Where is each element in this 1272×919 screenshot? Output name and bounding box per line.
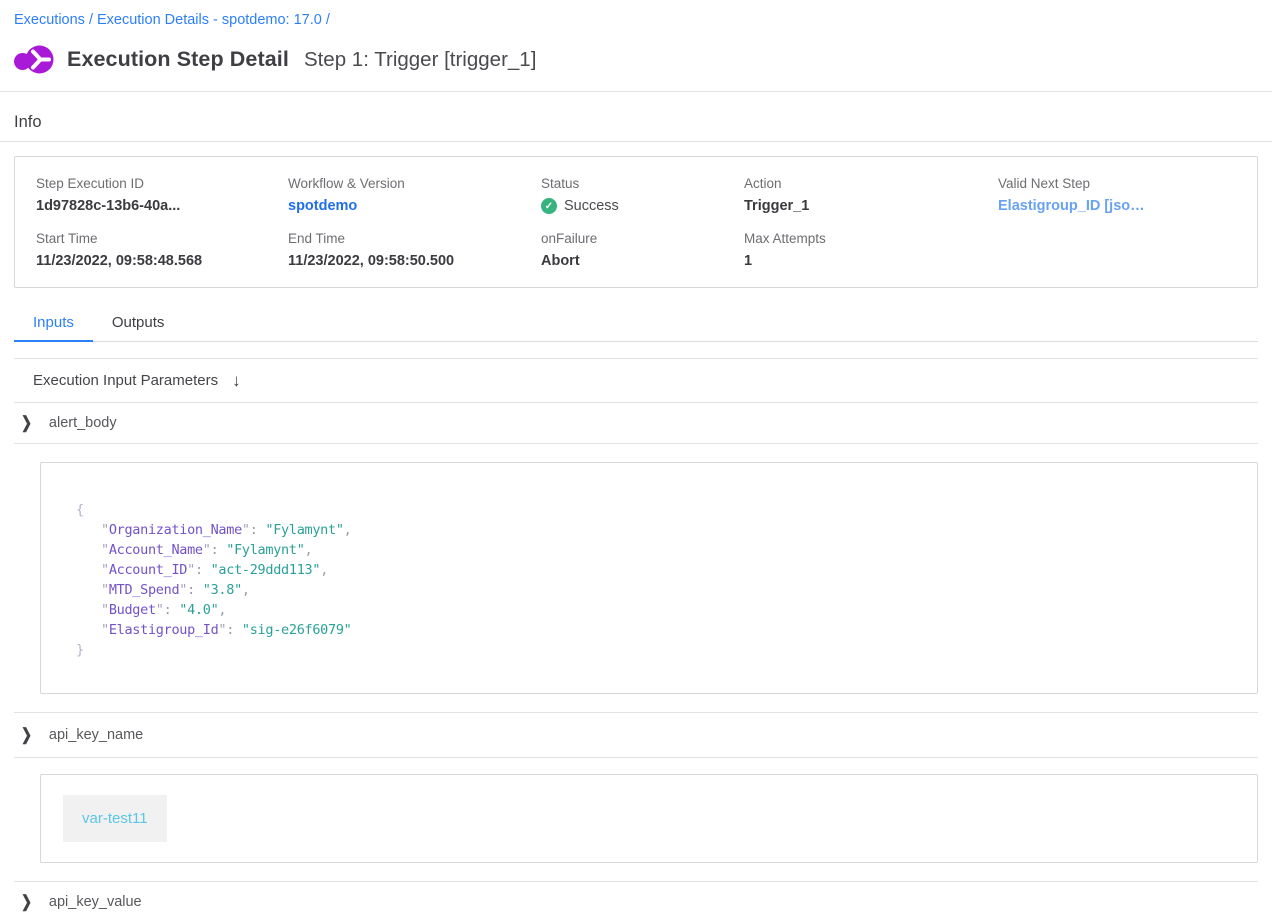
json-line: "Elastigroup_Id": "sig-e26f6079" [76,620,1237,640]
field-value: Trigger_1 [744,198,998,214]
chevron-right-icon[interactable]: ❯ [21,725,32,745]
json-line: "Organization_Name": "Fylamynt", [76,520,1237,540]
field-label: Step Execution ID [36,176,288,191]
breadcrumb-link-executions[interactable]: Executions [14,12,85,28]
field-label: Action [744,176,998,191]
workflow-link[interactable]: spotdemo [288,198,541,214]
tab-inputs[interactable]: Inputs [14,308,93,342]
field-value: 11/23/2022, 09:58:50.500 [288,253,541,269]
field-value: Abort [541,253,744,269]
field-label: Status [541,176,744,191]
next-step-link[interactable]: Elastigroup_ID [jso… [998,198,1236,214]
field-value: 11/23/2022, 09:58:48.568 [36,253,288,269]
status-text: Success [564,198,619,214]
field-label: Valid Next Step [998,176,1236,191]
breadcrumb-separator: / [322,12,334,28]
json-line: { [76,500,1237,520]
execution-step-detail-page: Executions/Execution Details - spotdemo:… [0,0,1272,919]
chevron-right-icon[interactable]: ❯ [21,892,32,912]
divider [0,141,1272,142]
field-end-time: End Time 11/23/2022, 09:58:50.500 [288,231,541,269]
json-line: "Budget": "4.0", [76,600,1237,620]
breadcrumb-separator: / [85,12,97,28]
breadcrumb-link-execution-details[interactable]: Execution Details - spotdemo: 17.0 [97,12,322,28]
section-row-alert-body[interactable]: ❯ alert_body [14,403,1258,444]
field-label: onFailure [541,231,744,246]
field-label: Max Attempts [744,231,998,246]
execution-input-parameters-bar: Execution Input Parameters ↓ [14,358,1258,403]
field-value: 1 [744,253,998,269]
field-start-time: Start Time 11/23/2022, 09:58:48.568 [36,231,288,269]
field-status: Status ✓ Success [541,176,744,214]
json-line: "MTD_Spend": "3.8", [76,580,1237,600]
page-title: Execution Step Detail [67,47,289,72]
field-value: 1d97828c-13b6-40a... [36,198,288,214]
arrow-down-icon[interactable]: ↓ [232,372,241,389]
field-valid-next-step: Valid Next Step Elastigroup_ID [jso… [998,176,1236,214]
json-line: "Account_ID": "act-29ddd113", [76,560,1237,580]
json-line: "Account_Name": "Fylamynt", [76,540,1237,560]
field-onfailure: onFailure Abort [541,231,744,269]
tab-outputs[interactable]: Outputs [93,308,184,341]
field-label: End Time [288,231,541,246]
field-step-execution-id: Step Execution ID 1d97828c-13b6-40a... [36,176,288,214]
tab-bar: Inputs Outputs [14,308,1258,342]
success-check-icon: ✓ [541,198,557,214]
status-badge: ✓ Success [541,198,744,214]
execution-input-parameters-title: Execution Input Parameters [33,372,218,389]
info-heading: Info [14,113,1258,132]
field-workflow-version: Workflow & Version spotdemo [288,176,541,214]
field-empty [998,231,1236,269]
section-name: api_key_name [49,727,143,743]
breadcrumb: Executions/Execution Details - spotdemo:… [11,0,1258,28]
json-line: } [76,640,1237,660]
fylamynt-logo-icon [14,43,54,76]
section-name: alert_body [49,415,117,431]
alert-body-json-panel: { "Organization_Name": "Fylamynt", "Acco… [40,462,1258,694]
section-row-api-key-name[interactable]: ❯ api_key_name [14,713,1258,758]
field-max-attempts: Max Attempts 1 [744,231,998,269]
info-card: Step Execution ID 1d97828c-13b6-40a... W… [14,156,1258,288]
chevron-right-icon[interactable]: ❯ [21,413,32,433]
field-label: Start Time [36,231,288,246]
api-key-name-value-panel: var-test11 [40,774,1258,863]
api-key-name-value: var-test11 [63,795,167,842]
page-header: Execution Step Detail Step 1: Trigger [t… [14,43,1258,76]
divider [0,91,1272,92]
field-action: Action Trigger_1 [744,176,998,214]
section-row-api-key-value[interactable]: ❯ api_key_value [14,882,1258,919]
section-name: api_key_value [49,894,142,910]
field-label: Workflow & Version [288,176,541,191]
page-subtitle: Step 1: Trigger [trigger_1] [304,48,536,72]
